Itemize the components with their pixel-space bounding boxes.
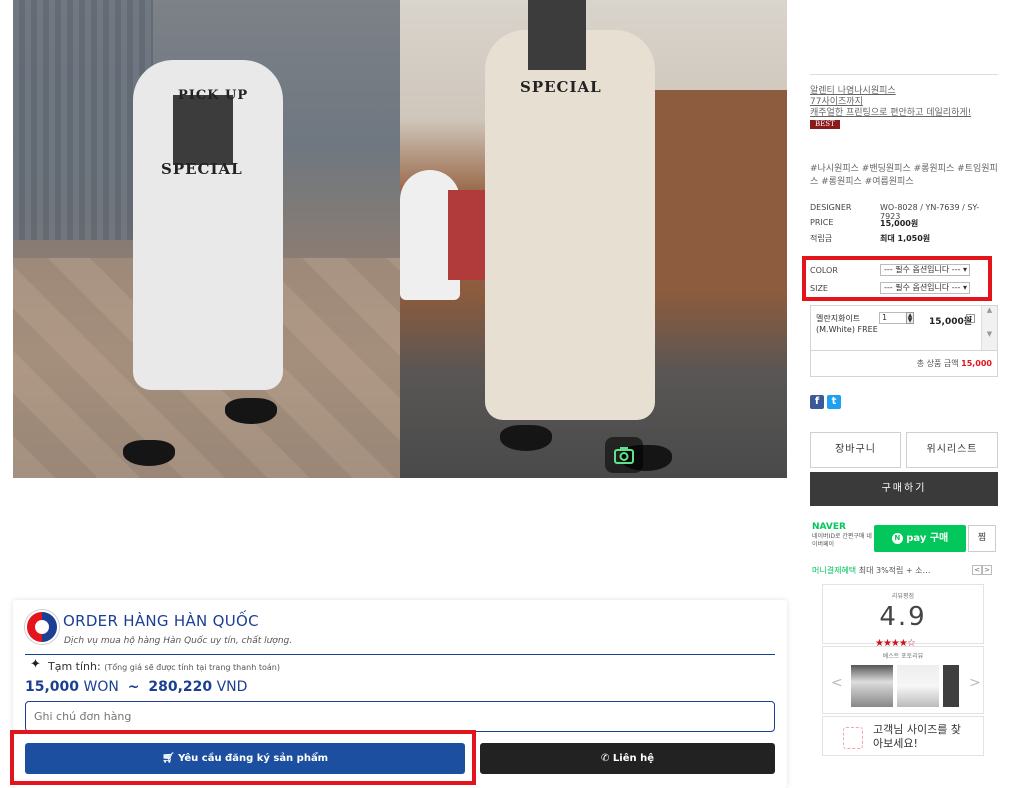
buy-button[interactable]: 구매하기 (810, 472, 998, 506)
highlight-box (10, 730, 476, 785)
photo-review-label: 베스트 포토리뷰 (882, 653, 924, 660)
total-value: 15,000 (961, 359, 992, 368)
divider (810, 74, 998, 75)
best-badge: BEST (810, 120, 840, 129)
twitter-icon[interactable]: t (827, 395, 841, 409)
info-row-price: PRICE 15,000원 (810, 218, 998, 229)
product-tags: #나시원피스 #밴딩원피스 #롱원피스 #트임원피스 #롱원피스 #여름원피스 (810, 164, 998, 187)
order-subtitle: Dịch vụ mua hộ hàng Hàn Quốc uy tín, chấ… (64, 636, 293, 646)
won-unit: WON (83, 679, 119, 695)
size-line: 고객님 사이즈를 찾 (873, 723, 961, 736)
price-won: 15,000 (25, 679, 80, 695)
npay-label: pay 구매 (906, 533, 949, 544)
sandal (123, 440, 175, 466)
product-name-line[interactable]: 알렌티 나염나시원피스 (810, 86, 998, 97)
review-label: 리뷰평점 (891, 593, 915, 600)
contact-label: Liên hệ (612, 753, 654, 764)
tilde: ~ (127, 679, 140, 695)
scrollbar[interactable]: ▲ ▼ (981, 306, 997, 350)
facebook-icon[interactable]: f (810, 395, 824, 409)
total-row: 총 상품 금액 15,000 (810, 351, 998, 377)
print-text: SPECIAL (161, 160, 243, 178)
info-key: 적립금 (810, 234, 833, 243)
print-text: SPECIAL (520, 78, 602, 96)
benefit-text: 최대 3%적립 + 소… (856, 566, 931, 575)
size-finder-text: 고객님 사이즈를 찾 아보세요! (873, 723, 961, 751)
remove-option-button[interactable]: x (966, 314, 975, 323)
review-score-box: 리뷰평점 4.9 (822, 584, 984, 644)
order-logo-icon (25, 610, 59, 644)
total-label: 총 상품 금액 (916, 359, 959, 368)
order-divider (25, 654, 775, 655)
review-thumbnail[interactable] (943, 665, 959, 707)
naver-pay-button[interactable]: N pay 구매 (874, 525, 966, 552)
naver-benefit-bar[interactable]: 머니결제혜택 최대 3%적립 + 소… (812, 565, 962, 576)
quantity-stepper[interactable]: ▲ ▼ (906, 312, 914, 324)
contact-button[interactable]: ✆ Liên hệ (480, 743, 775, 774)
camera-icon (614, 447, 634, 464)
order-note-input[interactable] (25, 701, 775, 732)
naver-subtext: 네이버ID로 간편구매 네이버페이 (812, 533, 872, 548)
next-arrow-icon[interactable]: > (969, 675, 981, 691)
benefit-pager: < > (972, 565, 992, 575)
info-key: PRICE (810, 218, 834, 227)
quantity-input[interactable]: 1 (879, 312, 909, 324)
info-row-points: 적립금 최대 1,050원 (810, 233, 998, 244)
sandal (500, 425, 552, 451)
highlight-box (802, 256, 992, 301)
estimate-label: Tạm tính: (Tổng giá sẽ được tính tại tra… (48, 660, 280, 673)
order-title: ORDER HÀNG HÀN QUỐC (63, 612, 259, 630)
naver-zzim-button[interactable]: 찜 (968, 525, 996, 552)
dress-print (528, 0, 586, 70)
product-title-block: 알렌티 나염나시원피스 77사이즈까지 캐주얼한 프린팅으로 편안하고 데일리하… (810, 86, 998, 129)
prev-arrow-icon[interactable]: < (972, 565, 982, 575)
review-score: 4.9 (879, 602, 927, 632)
npay-icon: N (891, 532, 903, 544)
estimate-title: Tạm tính: (48, 660, 101, 673)
photo-wall (13, 0, 153, 240)
info-value: 최대 1,050원 (880, 234, 931, 243)
product-name-line[interactable]: 77사이즈까지 (810, 97, 998, 108)
size-finder-box[interactable]: 고객님 사이즈를 찾 아보세요! (822, 716, 984, 756)
cart-button[interactable]: 장바구니 (810, 432, 901, 468)
product-name-line[interactable]: 캐주얼한 프린팅으로 편안하고 데일리하게! (810, 108, 998, 119)
selected-option-name: 멜란지화이트(M.White) FREE (816, 314, 878, 334)
info-value: 15,000원 (880, 219, 919, 228)
review-thumbnail[interactable] (897, 665, 939, 707)
naver-logo: NAVER (812, 522, 846, 532)
sandal (225, 398, 277, 424)
price-range: 15,000 WON ~ 280,220 VND (25, 679, 247, 695)
dress-print (173, 95, 233, 165)
review-thumbnail[interactable] (851, 665, 893, 707)
prev-arrow-icon[interactable]: < (831, 675, 843, 691)
sparkle-icon: ✦ (30, 657, 41, 672)
camera-search-button[interactable] (605, 437, 643, 473)
shirt-icon (843, 727, 863, 749)
product-photo-right: SPECIAL (400, 0, 787, 478)
estimate-note: (Tổng giá sẽ được tính tại trang thanh t… (104, 663, 280, 672)
next-arrow-icon[interactable]: > (982, 565, 992, 575)
photo-review-box: 베스트 포토리뷰 < > (822, 646, 984, 714)
phone-icon: ✆ (601, 753, 610, 764)
benefit-label: 머니결제혜택 (812, 566, 857, 575)
product-photo-left: PICK UP SPECIAL (13, 0, 400, 478)
print-text-top: PICK UP (178, 88, 249, 103)
wishlist-button[interactable]: 위시리스트 (906, 432, 998, 468)
size-line: 아보세요! (873, 737, 918, 750)
price-vnd: 280,220 (148, 679, 213, 695)
vnd-unit: VND (216, 679, 248, 695)
selected-option-box: 멜란지화이트(M.White) FREE 1 ▲ ▼ 15,000원 x ▲ ▼ (810, 305, 998, 351)
